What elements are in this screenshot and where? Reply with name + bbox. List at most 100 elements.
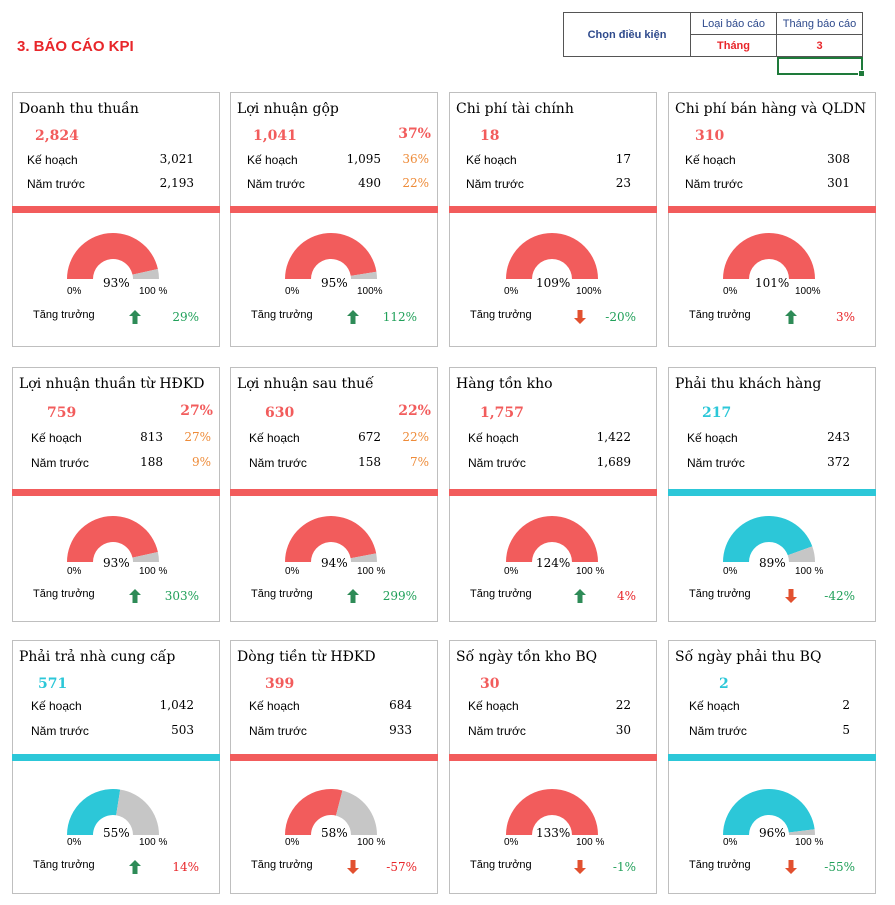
kpi-actual: 18 — [480, 128, 500, 144]
last-year-value: 933 — [389, 723, 412, 737]
arrow-up-icon — [785, 310, 797, 324]
last-year-value: 158 — [358, 455, 381, 469]
color-band — [668, 754, 876, 761]
gauge-percent: 95% — [321, 276, 348, 290]
kpi-card[interactable]: Dòng tiền từ HĐKD 399 Kế hoạch Năm trước 684… — [230, 640, 438, 894]
last-year-label: Năm trước — [689, 724, 747, 738]
gauge-min-label: 0% — [285, 566, 300, 577]
last-year-label: Năm trước — [687, 456, 745, 470]
growth-value: 303% — [164, 589, 199, 603]
kpi-title: Chi phí bán hàng và QLDN — [675, 101, 867, 117]
report-type-cell[interactable]: Tháng — [690, 34, 777, 57]
arrow-down-icon — [574, 860, 586, 874]
kpi-title: Chi phí tài chính — [456, 101, 574, 117]
gauge-percent: 109% — [536, 276, 571, 290]
last-year-percent: 9% — [191, 455, 211, 469]
kpi-card[interactable]: Chi phí bán hàng và QLDN 310 Kế hoạch Năm t… — [668, 92, 876, 347]
last-year-label: Năm trước — [468, 724, 526, 738]
last-year-label: Năm trước — [31, 724, 89, 738]
color-band — [230, 754, 438, 761]
last-year-percent: 22% — [402, 176, 429, 190]
growth-label: Tăng trưởng — [689, 588, 751, 600]
kpi-title: Dòng tiền từ HĐKD — [237, 649, 376, 665]
kpi-actual: 630 — [265, 405, 295, 421]
last-year-value: 5 — [842, 723, 850, 737]
kpi-card[interactable]: Doanh thu thuần 2,824 Kế hoạch Năm trước 3,0… — [12, 92, 220, 347]
plan-percent: 36% — [402, 152, 429, 166]
color-band — [449, 754, 657, 761]
gauge-min-label: 0% — [67, 286, 82, 297]
arrow-up-icon — [129, 589, 141, 603]
plan-label: Kế hoạch — [247, 153, 298, 167]
growth-value: -42% — [824, 589, 855, 603]
gauge-percent: 58% — [321, 826, 348, 840]
kpi-card[interactable]: Số ngày phải thu BQ 2 Kế hoạch Năm trước 2 5 0… — [668, 640, 876, 894]
kpi-title: Phải thu khách hàng — [675, 376, 822, 392]
gauge-max-label: 100 % — [139, 837, 168, 848]
kpi-title: Lợi nhuận gộp — [237, 101, 339, 117]
growth-value: 112% — [382, 310, 417, 324]
gauge-max-label: 100 % — [795, 837, 824, 848]
arrow-up-icon — [129, 860, 141, 874]
gauge-max-label: 100 % — [576, 566, 605, 577]
last-year-value: 1,689 — [596, 455, 631, 469]
growth-value: 3% — [835, 310, 855, 324]
report-type-header: Loại báo cáo — [690, 12, 777, 35]
kpi-card[interactable]: Chi phí tài chính 18 Kế hoạch Năm trước 17 23… — [449, 92, 657, 347]
plan-percent: 27% — [184, 430, 211, 444]
plan-label: Kế hoạch — [249, 699, 300, 713]
gauge-percent: 124% — [536, 556, 571, 570]
kpi-actual: 30 — [480, 676, 500, 692]
plan-label: Kế hoạch — [31, 431, 82, 445]
gauge-min-label: 0% — [504, 286, 519, 297]
plan-label: Kế hoạch — [31, 699, 82, 713]
last-year-value: 372 — [827, 455, 850, 469]
plan-value: 1,422 — [596, 430, 631, 444]
gauge-max-label: 100% — [795, 286, 821, 297]
last-year-value: 30 — [615, 723, 631, 737]
color-band — [12, 206, 220, 213]
color-band — [668, 206, 876, 213]
kpi-actual: 217 — [702, 405, 732, 421]
arrow-down-icon — [785, 589, 797, 603]
month-cell[interactable]: 3 — [776, 34, 863, 57]
kpi-title: Lợi nhuận thuần từ HĐKD — [19, 376, 205, 392]
plan-label: Kế hoạch — [466, 153, 517, 167]
plan-label: Kế hoạch — [27, 153, 78, 167]
last-year-value: 23 — [615, 176, 631, 190]
growth-label: Tăng trưởng — [251, 859, 313, 871]
kpi-card[interactable]: Phải thu khách hàng 217 Kế hoạch Năm trước 2… — [668, 367, 876, 622]
gauge-max-label: 100 % — [795, 566, 824, 577]
kpi-actual: 310 — [695, 128, 725, 144]
arrow-down-icon — [347, 860, 359, 874]
color-band — [668, 489, 876, 496]
kpi-card[interactable]: Số ngày tồn kho BQ 30 Kế hoạch Năm trước 22 3… — [449, 640, 657, 894]
plan-label: Kế hoạch — [468, 431, 519, 445]
gauge-min-label: 0% — [504, 837, 519, 848]
selected-cell[interactable] — [777, 57, 865, 77]
kpi-card[interactable]: Phải trả nhà cung cấp 571 Kế hoạch Năm trướ… — [12, 640, 220, 894]
kpi-card[interactable]: Lợi nhuận sau thuế 630 22% Kế hoạch Năm trướ… — [230, 367, 438, 622]
kpi-actual-percent: 27% — [180, 403, 213, 419]
color-band — [449, 489, 657, 496]
gauge-percent: 93% — [103, 276, 130, 290]
kpi-card[interactable]: Lợi nhuận thuần từ HĐKD 759 27% Kế hoạch Năm… — [12, 367, 220, 622]
plan-value: 3,021 — [159, 152, 194, 166]
growth-label: Tăng trưởng — [33, 859, 95, 871]
kpi-card[interactable]: Hàng tồn kho 1,757 Kế hoạch Năm trước 1,422 1… — [449, 367, 657, 622]
last-year-value: 301 — [827, 176, 850, 190]
gauge-percent: 89% — [759, 556, 786, 570]
gauge-max-label: 100 % — [139, 566, 168, 577]
plan-value: 243 — [827, 430, 850, 444]
kpi-card[interactable]: Lợi nhuận gộp 1,041 37% Kế hoạch Năm trước 1,… — [230, 92, 438, 347]
plan-value: 2 — [842, 698, 850, 712]
kpi-actual: 399 — [265, 676, 295, 692]
growth-label: Tăng trưởng — [689, 859, 751, 871]
arrow-down-icon — [574, 310, 586, 324]
gauge-percent: 55% — [103, 826, 130, 840]
gauge-min-label: 0% — [723, 837, 738, 848]
plan-value: 672 — [358, 430, 381, 444]
gauge-max-label: 100 % — [357, 566, 386, 577]
plan-value: 684 — [389, 698, 412, 712]
kpi-title: Số ngày phải thu BQ — [675, 649, 822, 665]
